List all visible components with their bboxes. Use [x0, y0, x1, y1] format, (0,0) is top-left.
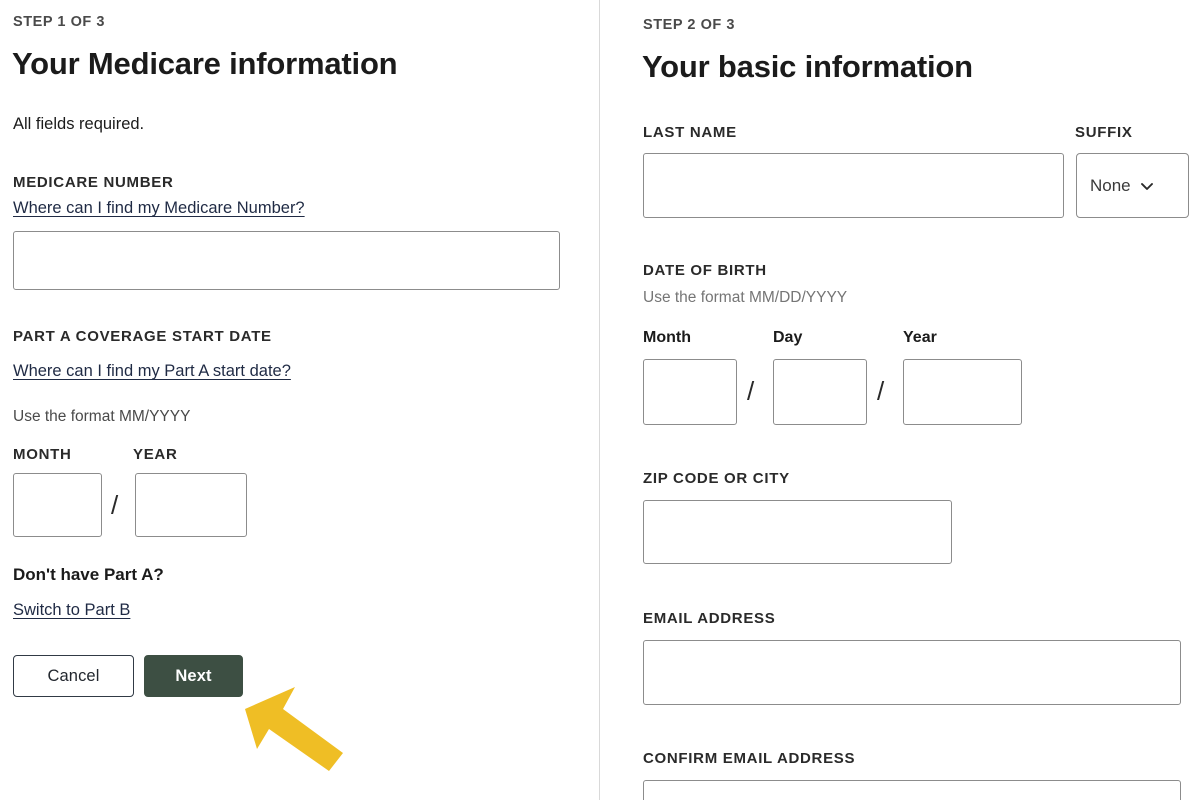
part-a-year-input[interactable]	[135, 473, 247, 537]
last-name-label: LAST NAME	[643, 124, 737, 141]
step-1-panel: STEP 1 OF 3 Your Medicare information Al…	[0, 0, 600, 800]
step-1-indicator: STEP 1 OF 3	[13, 14, 106, 30]
no-part-a-question: Don't have Part A?	[13, 565, 164, 584]
step-2-indicator: STEP 2 OF 3	[643, 17, 736, 33]
chevron-down-icon	[1140, 182, 1153, 190]
dob-month-input[interactable]	[643, 359, 737, 425]
all-fields-required-note: All fields required.	[13, 115, 145, 133]
date-of-birth-label: DATE OF BIRTH	[643, 262, 767, 279]
next-button[interactable]: Next	[144, 655, 243, 697]
cancel-button[interactable]: Cancel	[13, 655, 134, 697]
dob-year-input[interactable]	[903, 359, 1022, 425]
email-address-input[interactable]	[643, 640, 1181, 705]
find-medicare-number-link[interactable]: Where can I find my Medicare Number?	[13, 199, 305, 218]
step-2-page-title: Your basic information	[642, 49, 973, 84]
dob-day-label: Day	[773, 329, 803, 346]
panel-divider	[599, 0, 600, 800]
part-a-month-label: MONTH	[13, 446, 72, 463]
screenshot-root: STEP 1 OF 3 Your Medicare information Al…	[0, 0, 1200, 800]
medicare-number-label: MEDICARE NUMBER	[13, 174, 174, 191]
date-of-birth-format-hint: Use the format MM/DD/YYYY	[643, 289, 848, 306]
medicare-number-input[interactable]	[13, 231, 560, 290]
last-name-input[interactable]	[643, 153, 1064, 218]
part-a-start-date-label: PART A COVERAGE START DATE	[13, 328, 272, 345]
dob-year-label: Year	[903, 329, 937, 346]
part-a-month-input[interactable]	[13, 473, 102, 537]
part-a-year-label: YEAR	[133, 446, 178, 463]
switch-to-part-b-link[interactable]: Switch to Part B	[13, 601, 130, 620]
find-part-a-start-date-link[interactable]: Where can I find my Part A start date?	[13, 362, 291, 381]
confirm-email-address-label: CONFIRM EMAIL ADDRESS	[643, 750, 856, 767]
email-address-label: EMAIL ADDRESS	[643, 610, 776, 627]
part-a-date-separator: /	[111, 490, 119, 520]
dob-day-input[interactable]	[773, 359, 867, 425]
confirm-email-address-input[interactable]	[643, 780, 1181, 800]
suffix-select[interactable]: None	[1076, 153, 1189, 218]
step-1-page-title: Your Medicare information	[12, 46, 398, 81]
suffix-selected-value: None	[1090, 175, 1131, 195]
suffix-label: SUFFIX	[1075, 124, 1133, 141]
part-a-format-hint: Use the format MM/YYYY	[13, 408, 191, 425]
arrow-pointer-icon	[245, 687, 343, 771]
step-2-panel: STEP 2 OF 3 Your basic information LAST …	[601, 0, 1200, 800]
dob-separator-2: /	[877, 376, 885, 406]
dob-separator-1: /	[747, 376, 755, 406]
zip-or-city-label: ZIP CODE OR CITY	[643, 470, 790, 487]
zip-or-city-input[interactable]	[643, 500, 952, 564]
dob-month-label: Month	[643, 329, 691, 346]
